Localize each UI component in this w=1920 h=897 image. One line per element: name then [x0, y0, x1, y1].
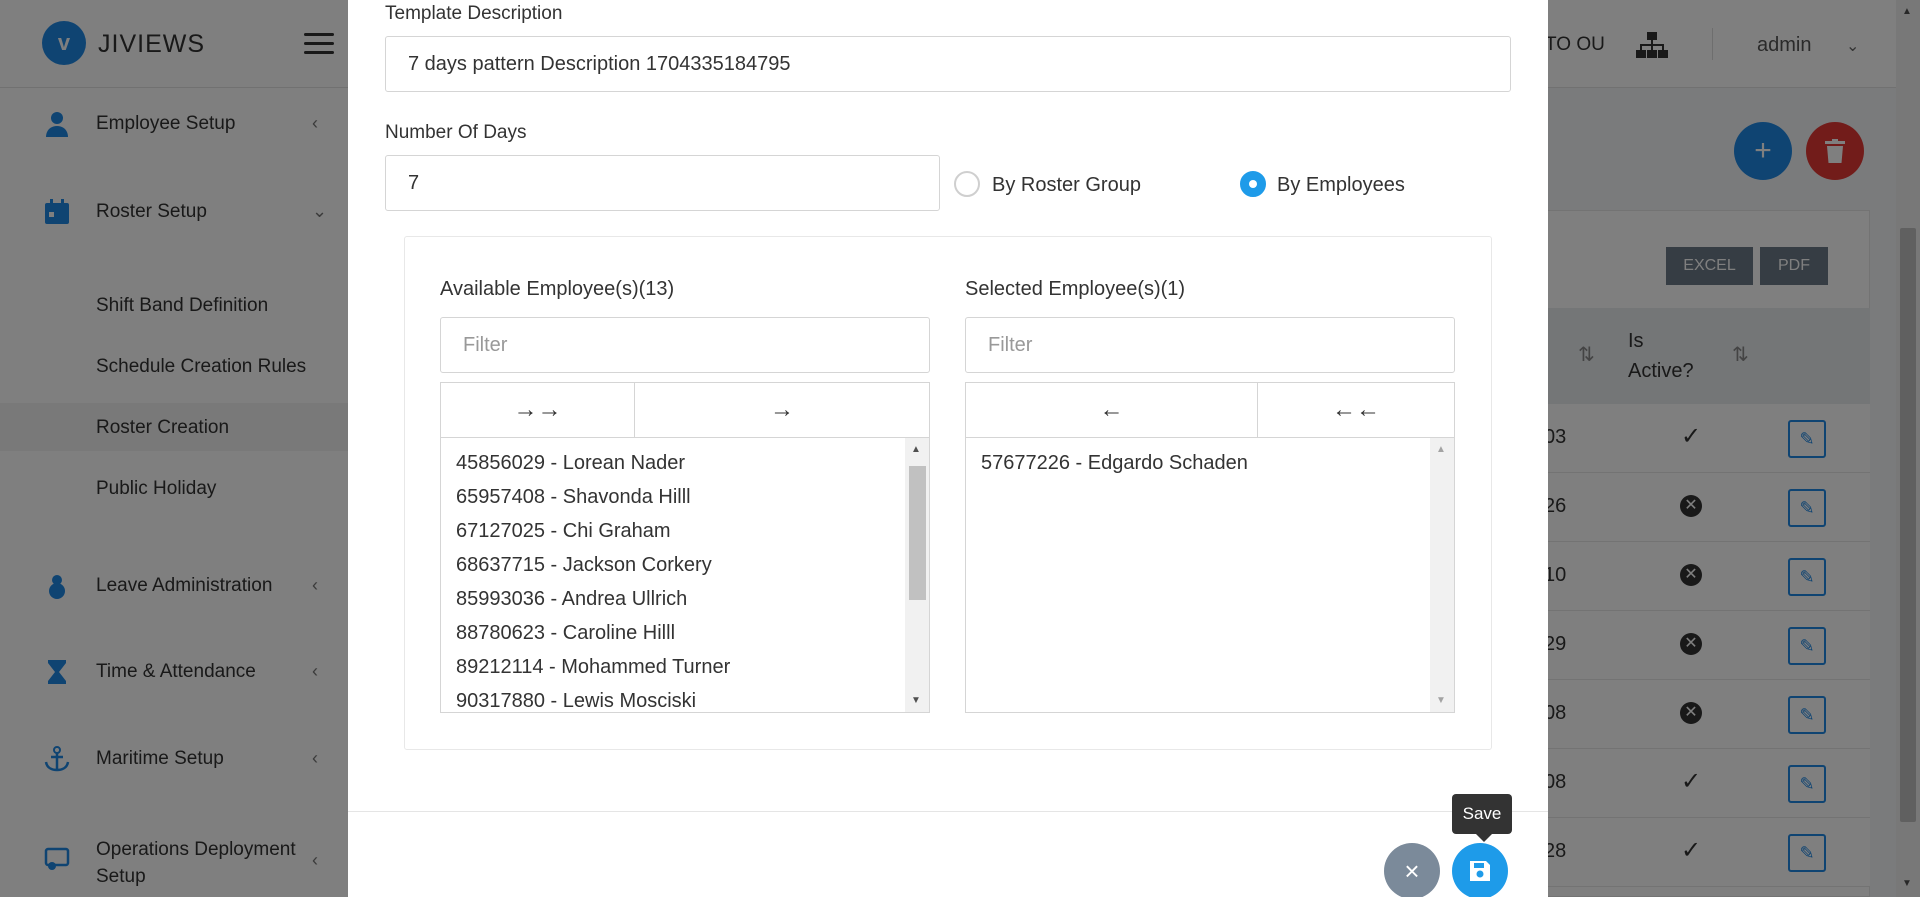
list-item[interactable]: 90317880 - Lewis Mosciski: [441, 684, 929, 712]
available-filter-input[interactable]: Filter: [440, 317, 930, 373]
modal-footer-divider: [348, 811, 1548, 812]
available-employees-list[interactable]: 45856029 - Lorean Nader 65957408 - Shavon…: [440, 437, 930, 713]
move-all-right-button[interactable]: →→: [440, 382, 635, 438]
available-employees-caption: Available Employee(s)(13): [440, 278, 675, 300]
close-button[interactable]: ×: [1384, 843, 1440, 897]
scroll-up-arrow-icon[interactable]: ▲: [1436, 444, 1446, 455]
save-tooltip: Save: [1452, 794, 1512, 842]
number-of-days-input[interactable]: 7: [385, 155, 940, 211]
move-left-button[interactable]: ←: [965, 382, 1258, 438]
list-item[interactable]: 88780623 - Caroline Hilll: [441, 616, 929, 650]
scrollbar-thumb[interactable]: [909, 466, 926, 600]
by-employees-label[interactable]: By Employees: [1277, 174, 1405, 197]
number-of-days-label: Number Of Days: [385, 122, 527, 143]
list-item[interactable]: 68637715 - Jackson Corkery: [441, 548, 929, 582]
selected-employees-caption: Selected Employee(s)(1): [965, 278, 1186, 300]
list-item[interactable]: 89212114 - Mohammed Turner: [441, 650, 929, 684]
template-description-input[interactable]: 7 days pattern Description 1704335184795: [385, 36, 1511, 92]
list-item[interactable]: 65957408 - Shavonda Hilll: [441, 480, 929, 514]
close-icon: ×: [1404, 856, 1420, 886]
move-right-button[interactable]: →: [634, 382, 930, 438]
save-button[interactable]: [1452, 843, 1508, 897]
list-item[interactable]: 85993036 - Andrea Ullrich: [441, 582, 929, 616]
scroll-down-arrow-icon[interactable]: ▼: [911, 695, 921, 706]
employee-picklist: Available Employee(s)(13) Filter →→ → 45…: [404, 236, 1492, 750]
template-description-label: Template Description: [385, 3, 563, 24]
scroll-down-arrow-icon[interactable]: ▼: [1436, 695, 1446, 706]
by-roster-group-label[interactable]: By Roster Group: [992, 174, 1141, 197]
list-item[interactable]: 45856029 - Lorean Nader: [441, 446, 929, 480]
roster-template-modal: Template Description 7 days pattern Desc…: [348, 0, 1548, 897]
by-employees-radio[interactable]: [1240, 171, 1266, 197]
list-item[interactable]: 57677226 - Edgardo Schaden: [966, 446, 1454, 480]
list-scrollbar[interactable]: ▲ ▼: [1430, 438, 1454, 712]
selected-employees-list[interactable]: 57677226 - Edgardo Schaden ▲ ▼: [965, 437, 1455, 713]
selected-filter-input[interactable]: Filter: [965, 317, 1455, 373]
scroll-up-arrow-icon[interactable]: ▲: [911, 444, 921, 455]
save-icon: [1470, 861, 1490, 881]
move-all-left-button[interactable]: ←←: [1257, 382, 1455, 438]
list-scrollbar[interactable]: ▲ ▼: [905, 438, 929, 712]
list-item[interactable]: 67127025 - Chi Graham: [441, 514, 929, 548]
by-roster-group-radio[interactable]: [954, 171, 980, 197]
